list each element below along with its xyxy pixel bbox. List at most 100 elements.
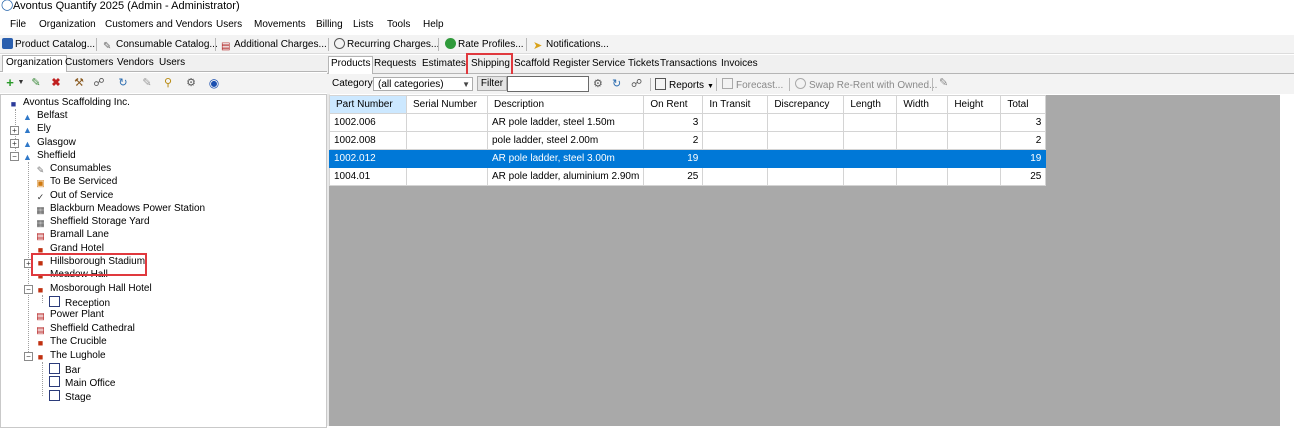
menu-customers-vendors[interactable]: Customers and Vendors: [105, 19, 212, 31]
table-cell[interactable]: [947, 131, 1002, 150]
tab-transactions[interactable]: Transactions: [658, 57, 719, 71]
table-cell[interactable]: 1002.006: [329, 113, 407, 132]
tab-vendors[interactable]: Vendors: [114, 56, 157, 70]
tree-node-glasgow[interactable]: ▲ Glasgow: [22, 137, 76, 149]
menu-organization[interactable]: Organization: [39, 19, 96, 31]
column-description[interactable]: Description: [486, 95, 645, 114]
collapse-lughole-icon[interactable]: −: [24, 352, 33, 361]
table-cell[interactable]: AR pole ladder, aluminium 2.90m: [486, 167, 645, 186]
expand-glasgow-icon[interactable]: +: [10, 139, 19, 148]
column-discrepancy[interactable]: Discrepancy: [767, 95, 845, 114]
tab-products[interactable]: Products: [328, 56, 374, 74]
column-part-number[interactable]: Part Number: [329, 95, 407, 114]
rate-profiles-button[interactable]: Rate Profiles...: [445, 38, 524, 51]
menu-users[interactable]: Users: [216, 19, 242, 31]
table-cell[interactable]: 1002.012: [329, 149, 407, 168]
table-cell[interactable]: 25: [643, 167, 704, 186]
menu-file[interactable]: File: [10, 19, 26, 31]
tree-node-belfast[interactable]: ▲ Belfast: [22, 110, 68, 122]
table-cell[interactable]: [767, 131, 845, 150]
tree-node-consumables[interactable]: ✎ Consumables: [35, 163, 111, 175]
table-cell[interactable]: [843, 149, 898, 168]
tree-node-out-of-service[interactable]: ✓ Out of Service: [35, 190, 114, 202]
table-cell[interactable]: [843, 113, 898, 132]
table-cell[interactable]: 25: [1000, 167, 1047, 186]
tree-node-to-be-serviced[interactable]: ▣ To Be Serviced: [35, 176, 117, 188]
filter-input[interactable]: [507, 76, 589, 92]
globe-icon[interactable]: ◉: [208, 77, 220, 89]
edit-icon[interactable]: ✎: [30, 77, 42, 89]
table-cell[interactable]: [702, 149, 769, 168]
table-row[interactable]: 1002.008 pole ladder, steel 2.00m 2 2: [329, 131, 1047, 150]
tree-node-the-lughole[interactable]: ■ The Lughole: [35, 350, 106, 362]
tree-node-reception[interactable]: Reception: [49, 296, 110, 309]
table-cell[interactable]: [702, 131, 769, 150]
tree-node-sheffield[interactable]: ▲ Sheffield: [22, 150, 76, 162]
additional-charges-button[interactable]: ▤ Additional Charges...: [221, 38, 327, 52]
delete-icon[interactable]: ✖: [50, 77, 62, 89]
menu-billing[interactable]: Billing: [316, 19, 343, 31]
tree-node-the-crucible[interactable]: ■ The Crucible: [35, 336, 107, 348]
notifications-button[interactable]: ➤ Notifications...: [533, 38, 609, 52]
tree-node-mosborough[interactable]: ■ Mosborough Hall Hotel: [35, 283, 152, 295]
table-cell[interactable]: [767, 113, 845, 132]
settings-icon[interactable]: ⚙: [593, 78, 603, 90]
table-cell[interactable]: [896, 149, 949, 168]
notes-icon[interactable]: ✎: [141, 77, 153, 89]
tree-node-bar[interactable]: Bar: [49, 363, 81, 376]
reports-button[interactable]: Reports ▼: [655, 78, 714, 93]
table-row[interactable]: 1002.012 AR pole ladder, steel 3.00m 19 19: [329, 149, 1047, 168]
column-on-rent[interactable]: On Rent: [643, 95, 704, 114]
swap-rerent-button[interactable]: Swap Re-Rent with Owned...: [795, 78, 937, 92]
tree-node-sheffield-cathedral[interactable]: ▤ Sheffield Cathedral: [35, 323, 135, 335]
table-cell[interactable]: AR pole ladder, steel 3.00m: [486, 149, 645, 168]
edit-disabled-icon[interactable]: ✎: [939, 77, 948, 89]
table-cell[interactable]: 3: [1000, 113, 1047, 132]
expand-ely-icon[interactable]: +: [10, 126, 19, 135]
tab-service-tickets[interactable]: Service Tickets: [590, 57, 661, 71]
filter-button[interactable]: Filter: [477, 76, 507, 91]
search-location-icon[interactable]: ⚲: [162, 77, 174, 89]
tab-estimates[interactable]: Estimates: [420, 57, 468, 71]
table-cell[interactable]: 1004.01: [329, 167, 407, 186]
tree-node-root[interactable]: ■ Avontus Scaffolding Inc.: [8, 97, 130, 109]
collapse-sheffield-icon[interactable]: −: [10, 152, 19, 161]
tree-node-storage-yard[interactable]: ▦ Sheffield Storage Yard: [35, 216, 149, 228]
table-row[interactable]: 1004.01 AR pole ladder, aluminium 2.90m 25…: [329, 167, 1047, 186]
column-total[interactable]: Total: [1000, 95, 1047, 114]
forecast-button[interactable]: Forecast...: [722, 78, 783, 92]
column-in-transit[interactable]: In Transit: [702, 95, 769, 114]
tab-customers[interactable]: Customers: [62, 56, 116, 70]
tab-requests[interactable]: Requests: [372, 57, 418, 71]
table-cell[interactable]: [843, 167, 898, 186]
table-cell[interactable]: [947, 167, 1002, 186]
table-cell[interactable]: 19: [643, 149, 704, 168]
table-cell[interactable]: [896, 131, 949, 150]
table-cell[interactable]: 2: [643, 131, 704, 150]
column-length[interactable]: Length: [843, 95, 898, 114]
menu-tools[interactable]: Tools: [387, 19, 410, 31]
tree-node-power-plant[interactable]: ▤ Power Plant: [35, 309, 104, 321]
table-cell[interactable]: pole ladder, steel 2.00m: [486, 131, 645, 150]
tab-invoices[interactable]: Invoices: [719, 57, 760, 71]
table-cell[interactable]: AR pole ladder, steel 1.50m: [486, 113, 645, 132]
column-serial-number[interactable]: Serial Number: [406, 95, 488, 114]
menu-lists[interactable]: Lists: [353, 19, 374, 31]
table-cell[interactable]: [406, 131, 488, 150]
properties-icon[interactable]: ⚙: [185, 77, 197, 89]
table-cell[interactable]: 19: [1000, 149, 1047, 168]
table-row[interactable]: 1002.006 AR pole ladder, steel 1.50m 3 3: [329, 113, 1047, 132]
table-cell[interactable]: [767, 167, 845, 186]
tab-users[interactable]: Users: [156, 56, 188, 70]
move-icon[interactable]: ⚒: [73, 77, 85, 89]
tree-node-stage[interactable]: Stage: [49, 390, 91, 403]
add-dropdown-icon[interactable]: ▼: [15, 77, 27, 89]
tree-node-blackburn[interactable]: ▦ Blackburn Meadows Power Station: [35, 203, 205, 215]
tree-node-main-office[interactable]: Main Office: [49, 376, 115, 389]
column-width[interactable]: Width: [896, 95, 949, 114]
table-cell[interactable]: 2: [1000, 131, 1047, 150]
table-cell[interactable]: [406, 113, 488, 132]
collapse-mosborough-icon[interactable]: −: [24, 285, 33, 294]
table-cell[interactable]: [702, 113, 769, 132]
table-cell[interactable]: [767, 149, 845, 168]
